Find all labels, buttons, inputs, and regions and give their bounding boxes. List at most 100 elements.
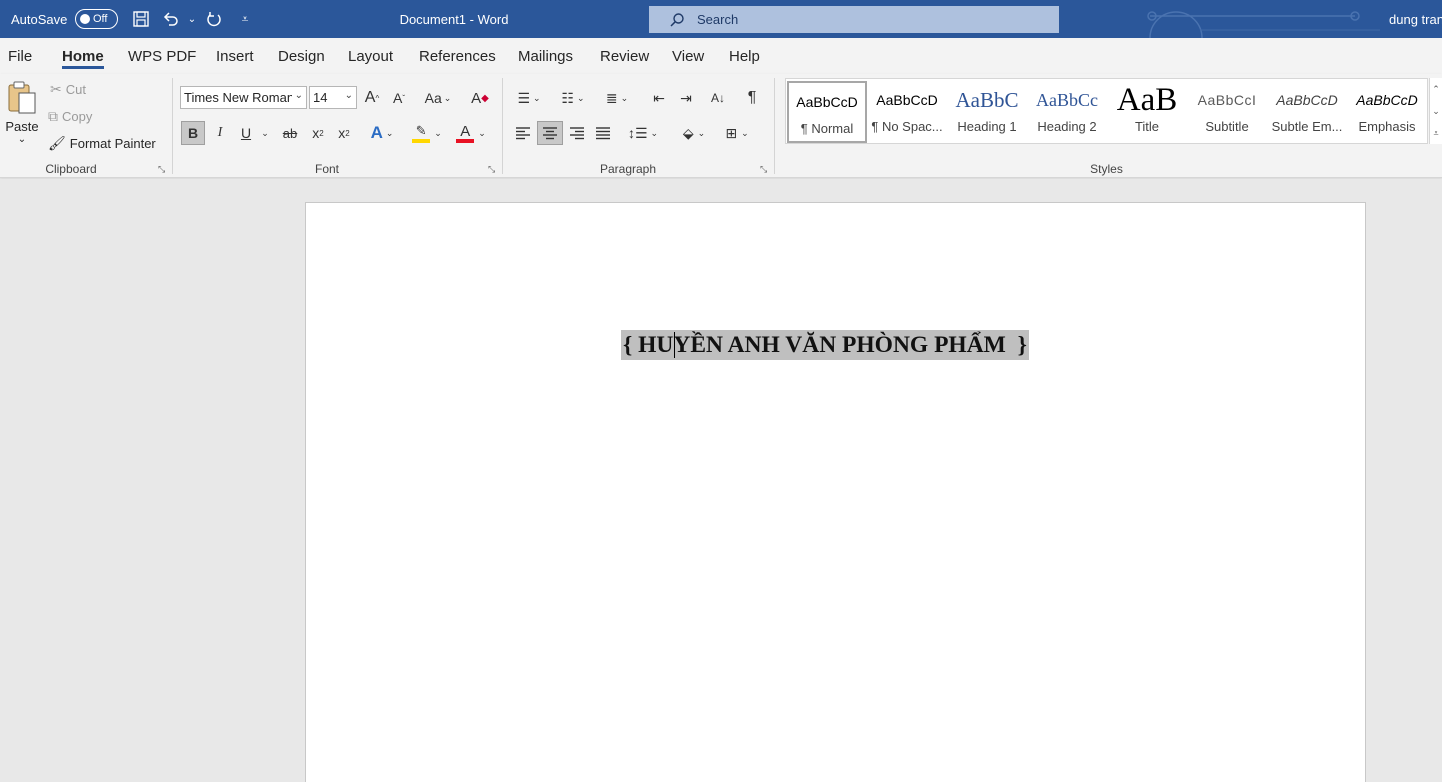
style-name: Heading 1 [957,119,1017,134]
tab-review[interactable]: Review [600,38,649,74]
paintbrush-icon: 🖌 [48,134,66,151]
style-heading-1[interactable]: AaBbC Heading 1 [947,81,1027,143]
italic-icon[interactable]: I [209,121,231,145]
font-name-combo[interactable]: Times New Roman ⌄ [180,86,307,109]
align-left-icon[interactable] [511,121,535,145]
underline-dropdown-icon[interactable]: ⌄ [258,121,272,145]
style-name: Heading 2 [1037,119,1097,134]
subscript-icon[interactable]: x2 [307,121,329,145]
tab-view[interactable]: View [672,38,704,74]
style-subtitle[interactable]: AaBbCcI Subtitle [1187,81,1267,143]
user-name[interactable]: dung tran [1389,0,1442,38]
sort-icon[interactable]: A↓ [706,86,730,110]
styles-scroll: ⌃ ⌄ ⩡ [1429,78,1442,144]
bullets-icon[interactable]: ☰ ⌄ [511,86,547,110]
tab-layout[interactable]: Layout [348,38,393,74]
clear-formatting-icon[interactable]: A ◆ [468,86,492,110]
document-area: { HUYỀN ANH VĂN PHÒNG PHẨM } [0,179,1442,782]
style-sample: AaB [1116,81,1178,118]
copy-label: Copy [62,108,93,124]
font-group-label: Font [314,162,339,176]
search-box[interactable]: Search [649,6,1059,33]
style-sample: AaBbC [955,87,1019,112]
style-name: Title [1134,119,1160,134]
style-name: Emphasis [1358,119,1416,134]
style-sample: AaBbCc [1036,89,1098,110]
chevron-down-icon: ⌄ [344,90,353,101]
cut-label: Cut [65,81,86,97]
tab-file[interactable]: File [8,38,32,74]
font-size-value: 14 [313,90,328,105]
ribbon-tabs: File Home WPS PDF Insert Design Layout R… [0,38,1442,74]
more-styles-icon[interactable]: ⩡ [1433,128,1438,139]
format-painter-button[interactable]: 🖌 Format Painter [48,132,156,154]
style-heading-2[interactable]: AaBbCc Heading 2 [1027,81,1107,143]
style-sample: AaBbCcD [876,92,938,108]
numbering-icon[interactable]: ☷ ⌄ [555,86,591,110]
tab-references[interactable]: References [419,38,496,74]
styles-gallery: AaBbCcD ¶ Normal AaBbCcD ¶ No Spac... Aa… [785,78,1428,144]
line-spacing-icon[interactable]: ↕☰ ⌄ [624,121,662,145]
copy-button[interactable]: ⧉ Copy [48,105,92,127]
font-color-icon[interactable]: A ⌄ [452,121,490,145]
multilevel-list-icon[interactable]: ≣ ⌄ [599,86,635,110]
style-sample: AaBbCcD [1276,92,1338,108]
tab-home[interactable]: Home [62,38,104,74]
text-effects-icon[interactable]: A ⌄ [365,121,399,145]
shrink-font-icon[interactable]: Aˇ [388,86,410,110]
style-sample: AaBbCcD [796,94,858,110]
bold-icon[interactable]: B [181,121,205,145]
strikethrough-icon[interactable]: ab [279,121,301,145]
grow-font-icon[interactable]: A ^ [361,86,383,110]
tab-insert[interactable]: Insert [216,38,254,74]
paste-label: Paste [5,119,39,134]
show-formatting-marks-icon[interactable]: ¶ [741,86,763,110]
borders-icon[interactable]: ⊞ ⌄ [718,121,756,145]
tab-design[interactable]: Design [278,38,325,74]
style-title[interactable]: AaB Title [1107,81,1187,143]
increase-indent-icon[interactable]: ⇥ [675,86,697,110]
titlebar-decoration [1147,11,1380,38]
tab-mailings[interactable]: Mailings [518,38,573,74]
chevron-down-icon: ⌄ [294,90,303,101]
style-sample: AaBbCcI [1197,92,1257,108]
search-icon [670,12,684,27]
underline-icon[interactable]: U [235,121,257,145]
style-no-spacing[interactable]: AaBbCcD ¶ No Spac... [867,81,947,143]
title-bar: AutoSave Off ⌄ ⩡ Document1 - Word Search… [0,0,1442,38]
chevron-up-icon[interactable]: ⌃ [1432,84,1440,95]
paste-button[interactable]: Paste ⌄ [4,80,40,156]
font-name-value: Times New Roman [184,90,292,105]
style-name: Subtle Em... [1271,119,1343,134]
align-center-icon[interactable] [537,121,563,145]
paste-dropdown-icon[interactable]: ⌄ [4,134,40,145]
search-placeholder: Search [697,12,739,27]
style-sample: AaBbCcD [1356,92,1418,108]
cut-button[interactable]: ✂ Cut [50,78,86,100]
superscript-icon[interactable]: x2 [333,121,355,145]
tab-wps-pdf[interactable]: WPS PDF [128,38,196,74]
clipboard-group-label: Clipboard [45,162,97,176]
justify-icon[interactable] [591,121,615,145]
style-normal[interactable]: AaBbCcD ¶ Normal [787,81,867,143]
shading-icon[interactable]: ⬙ ⌄ [675,121,713,145]
font-launcher-icon[interactable]: ⤡ [488,164,498,174]
font-size-combo[interactable]: 14 ⌄ [309,86,357,109]
text-cursor [674,332,675,358]
tab-help[interactable]: Help [729,38,760,74]
clipboard-launcher-icon[interactable]: ⤡ [158,164,168,174]
ribbon: Paste ⌄ ✂ Cut ⧉ Copy 🖌 Format Painter Cl… [0,74,1442,178]
copy-icon: ⧉ [48,107,58,124]
style-subtle-emphasis[interactable]: AaBbCcD Subtle Em... [1267,81,1347,143]
chevron-down-icon[interactable]: ⌄ [1432,106,1440,117]
highlight-color-icon[interactable]: ✎ ⌄ [408,121,446,145]
decrease-indent-icon[interactable]: ⇤ [648,86,670,110]
paragraph-launcher-icon[interactable]: ⤡ [760,164,770,174]
selected-text[interactable]: { HUYỀN ANH VĂN PHÒNG PHẨM } [621,330,1029,360]
change-case-button[interactable]: Aa ⌄ [419,86,457,110]
document-page[interactable]: { HUYỀN ANH VĂN PHÒNG PHẨM } [305,202,1366,782]
style-name: Subtitle [1205,119,1249,134]
align-right-icon[interactable] [565,121,589,145]
paragraph-group-label: Paragraph [599,162,657,176]
style-emphasis[interactable]: AaBbCcD Emphasis [1347,81,1427,143]
